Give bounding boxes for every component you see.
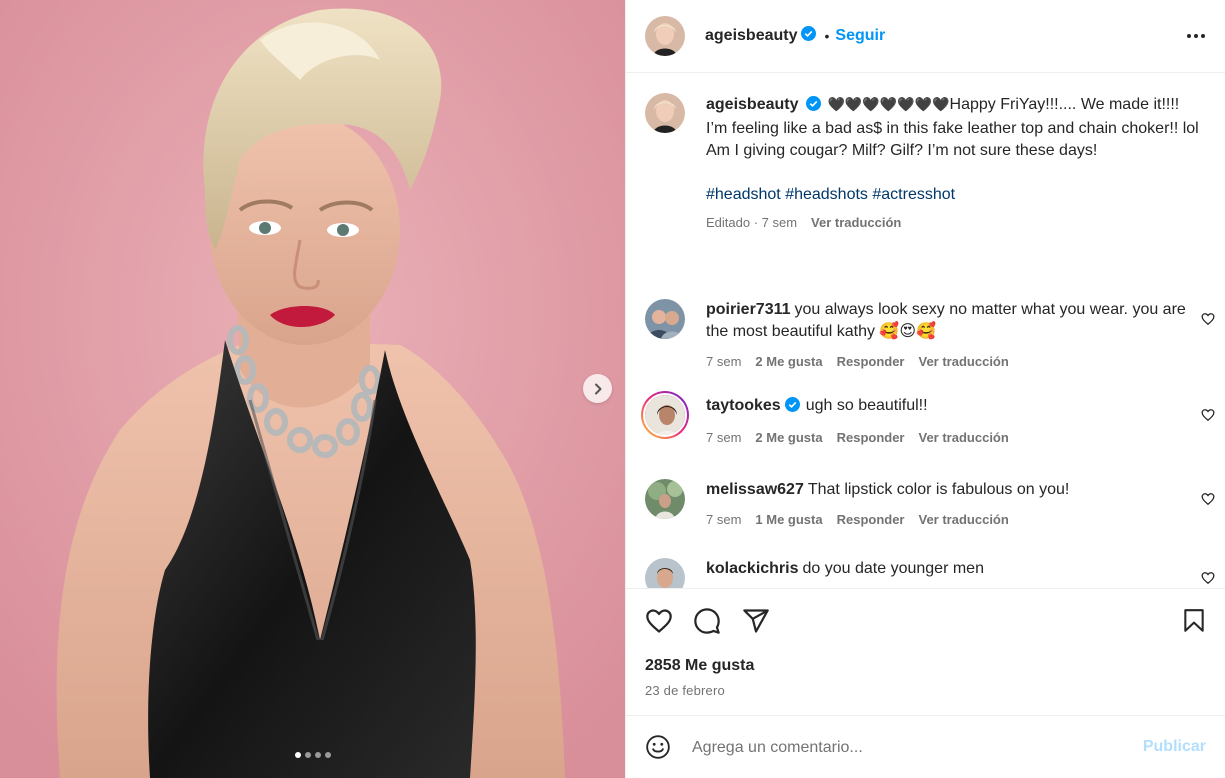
comment-text: That lipstick color is fabulous on you!	[807, 481, 1070, 498]
heart-icon	[646, 609, 672, 633]
verified-badge-icon	[784, 397, 800, 419]
more-horizontal-icon	[1187, 34, 1205, 38]
like-comment-button[interactable]	[1201, 571, 1215, 588]
avatar[interactable]	[645, 558, 685, 588]
avatar[interactable]	[645, 479, 685, 519]
likes-count[interactable]: 2858 Me gusta	[645, 657, 754, 675]
caption-hashtags: #headshot #headshots #actresshot	[706, 184, 1215, 206]
follow-button[interactable]: Seguir	[835, 27, 885, 45]
comment-text: do you date younger men	[802, 560, 984, 577]
bookmark-icon	[1184, 609, 1204, 632]
publish-button[interactable]: Publicar	[1143, 738, 1206, 756]
comments-list[interactable]: ageisbeauty 🖤🖤🖤🖤🖤🖤🖤Happy FriYay!!!.... We…	[626, 73, 1225, 588]
heart-icon	[1201, 493, 1215, 506]
comment: kolackichris do you date younger men	[645, 558, 1215, 588]
post-header: ageisbeauty • Seguir	[626, 0, 1225, 73]
add-comment-bar: Publicar	[626, 715, 1225, 778]
reply-button[interactable]: Responder	[837, 427, 905, 449]
translate-link[interactable]: Ver traducción	[919, 351, 1009, 373]
caption-line2: I’m feeling like a bad as$ in this fake …	[706, 120, 1199, 159]
carousel-dot	[324, 752, 331, 758]
verified-badge-icon	[801, 26, 817, 46]
portrait-photo	[0, 0, 625, 778]
comment: poirier7311 you always look sexy no matte…	[645, 299, 1215, 379]
caption-username[interactable]: ageisbeauty	[706, 96, 798, 113]
avatar[interactable]	[645, 93, 685, 133]
avatar[interactable]	[645, 16, 685, 56]
hashtag-link[interactable]: #headshot	[706, 186, 781, 203]
more-options-button[interactable]	[1186, 26, 1206, 51]
carousel-dot	[304, 752, 311, 758]
next-slide-button[interactable]	[583, 374, 612, 403]
post-image[interactable]	[0, 0, 625, 778]
caption-hearts: 🖤🖤🖤🖤🖤🖤🖤	[827, 96, 950, 112]
carousel-dot	[314, 752, 321, 758]
caption-edited: Editado · 7 sem	[706, 215, 798, 230]
carousel-dot	[294, 752, 301, 758]
caption-line1: Happy FriYay!!!.... We made it!!!!	[949, 96, 1180, 113]
reply-button[interactable]: Responder	[837, 509, 905, 531]
comment-username[interactable]: taytookes	[706, 397, 781, 414]
emoji-button[interactable]	[645, 734, 671, 765]
comment-likes[interactable]: 1 Me gusta	[755, 509, 822, 531]
post-actions: 2858 Me gusta 23 de febrero	[626, 588, 1225, 715]
smiley-icon	[646, 735, 670, 759]
separator-dot: •	[824, 28, 830, 44]
comment-likes[interactable]: 2 Me gusta	[755, 427, 822, 449]
comment-bubble-icon	[694, 608, 720, 634]
save-button[interactable]	[1181, 607, 1207, 640]
comment-input[interactable]	[692, 736, 1132, 760]
comment-time: 7 sem	[706, 512, 742, 527]
comment-time: 7 sem	[706, 354, 742, 369]
header-username[interactable]: ageisbeauty	[705, 27, 797, 45]
heart-icon	[1201, 313, 1215, 326]
translate-link[interactable]: Ver traducción	[811, 212, 901, 234]
comment: melissaw627 That lipstick color is fabulo…	[645, 479, 1215, 539]
paper-plane-icon	[743, 609, 769, 633]
heart-icon	[1201, 409, 1215, 422]
heart-icon	[1201, 572, 1215, 585]
like-button[interactable]	[645, 607, 673, 640]
hashtag-link[interactable]: #headshots	[785, 186, 868, 203]
reply-button[interactable]: Responder	[837, 351, 905, 373]
comment-likes[interactable]: 2 Me gusta	[755, 351, 822, 373]
share-button[interactable]	[742, 607, 770, 640]
hashtag-link[interactable]: #actresshot	[872, 186, 955, 203]
post-date: 23 de febrero	[645, 683, 725, 698]
comment-username[interactable]: kolackichris	[706, 560, 799, 577]
comment-button[interactable]	[693, 607, 721, 640]
verified-badge-icon	[806, 96, 822, 118]
chevron-right-icon	[594, 383, 601, 394]
comment-username[interactable]: melissaw627	[706, 481, 804, 498]
avatar-story-ring[interactable]	[641, 391, 689, 439]
avatar[interactable]	[645, 299, 685, 339]
translate-link[interactable]: Ver traducción	[919, 427, 1009, 449]
comment-username[interactable]: poirier7311	[706, 301, 791, 318]
post-caption: ageisbeauty 🖤🖤🖤🖤🖤🖤🖤Happy FriYay!!!.... We…	[645, 93, 1215, 283]
comment: taytookes ugh so beautiful!! 7 sem 2 Me g…	[641, 391, 1215, 455]
like-comment-button[interactable]	[1201, 312, 1215, 331]
like-comment-button[interactable]	[1201, 492, 1215, 511]
comment-text: ugh so beautiful!!	[805, 397, 928, 414]
carousel-dots	[0, 752, 625, 758]
translate-link[interactable]: Ver traducción	[919, 509, 1009, 531]
like-comment-button[interactable]	[1201, 408, 1215, 427]
post-details-panel: ageisbeauty • Seguir ageisbeauty�	[625, 0, 1225, 778]
comment-time: 7 sem	[706, 430, 742, 445]
